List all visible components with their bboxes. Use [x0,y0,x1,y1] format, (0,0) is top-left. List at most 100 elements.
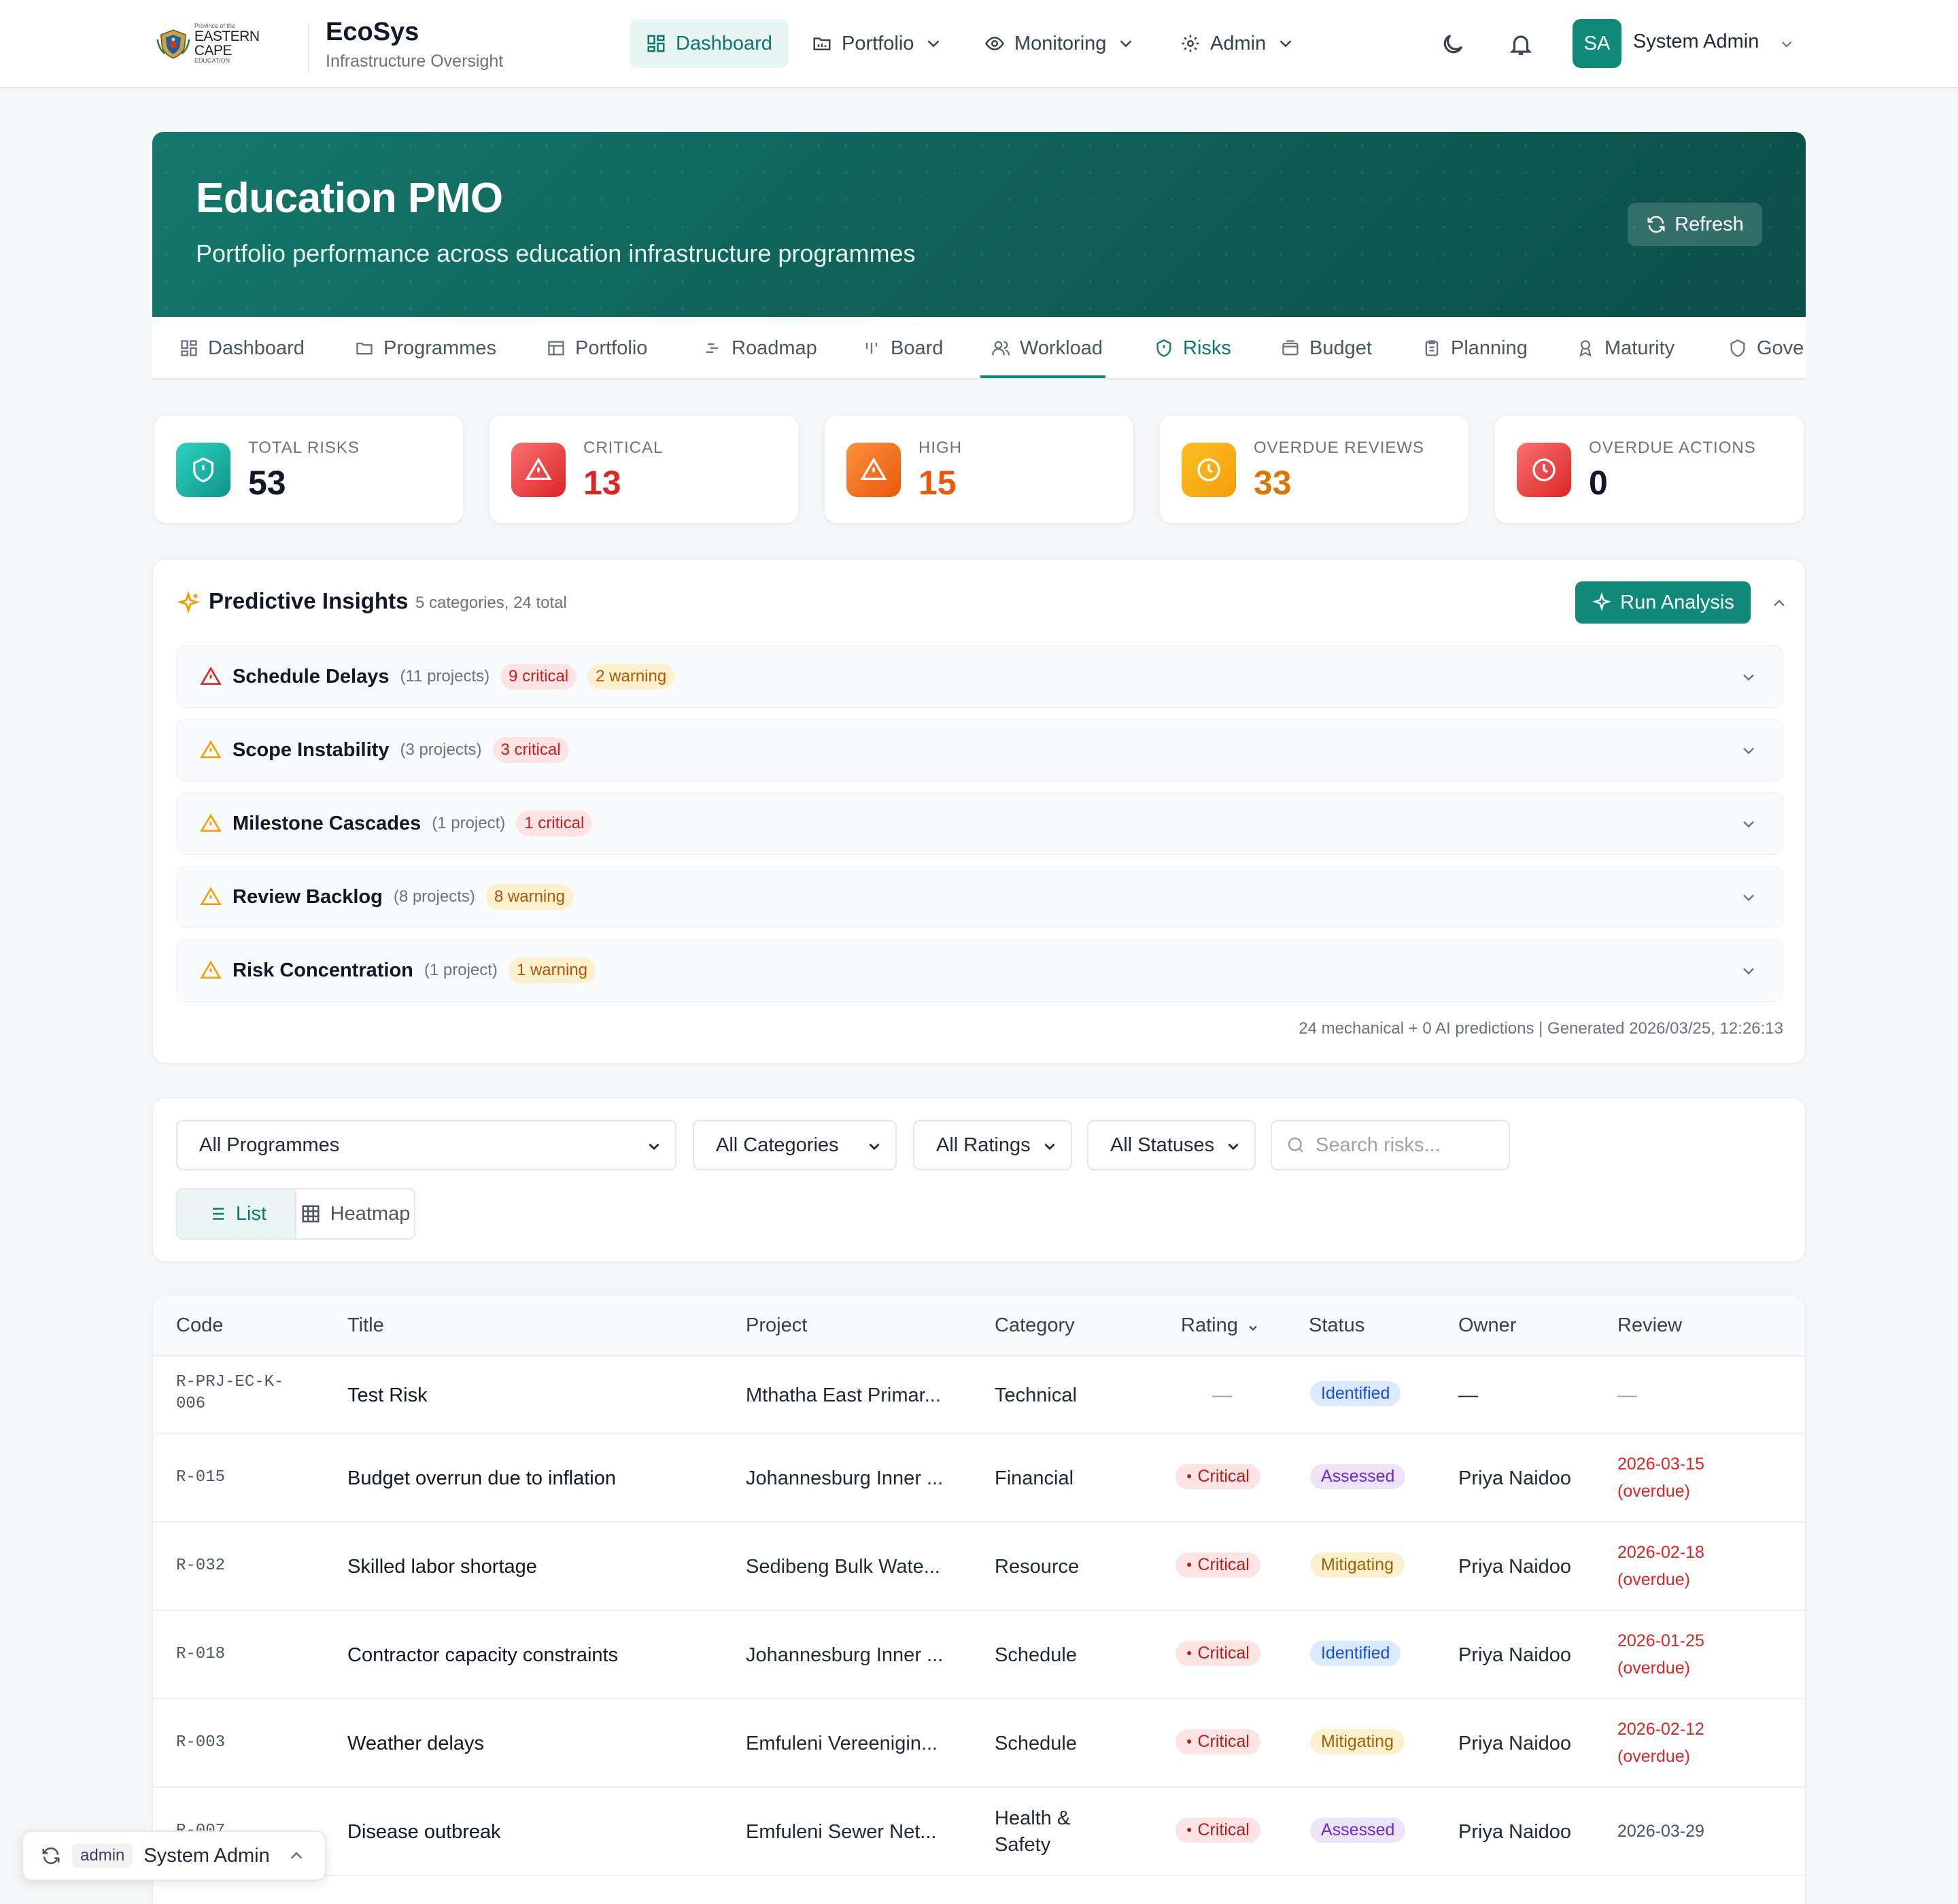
session-user-chip[interactable]: admin System Admin [22,1831,326,1881]
table-row[interactable]: R-007 Disease outbreak Emfuleni Sewer Ne… [153,1788,1805,1876]
theme-toggle-button[interactable] [1436,27,1470,61]
clipboard-icon [1425,340,1439,356]
nav-dashboard[interactable]: Dashboard [630,19,789,68]
tab-label: Board [891,337,944,359]
list-view-button[interactable]: List [177,1189,296,1238]
search-input[interactable] [1316,1134,1506,1157]
insight-row-scope-instability[interactable]: Scope Instability (3 projects) 3 critica… [176,719,1783,781]
chip-user-name: System Admin [143,1844,270,1867]
risk-title[interactable]: Skilled labor shortage [347,1554,537,1580]
nav-label: Monitoring [1014,32,1107,54]
stat-label: OVERDUE ACTIONS [1589,439,1756,457]
refresh-icon[interactable] [41,1846,61,1866]
brand-name[interactable]: EcoSys [326,18,419,47]
column-header[interactable]: Title [347,1314,384,1337]
tab-portfolio[interactable]: Portfolio [547,317,648,378]
table-row[interactable]: R-PRJ-EC-K-006 Test Risk Mthatha East Pr… [153,1357,1805,1434]
hero-pattern [152,132,1806,317]
insight-row-risk-concentration[interactable]: Risk Concentration (1 project) 1 warning [176,939,1783,1002]
risk-search[interactable] [1271,1120,1510,1170]
tab-roadmap[interactable]: Roadmap [703,317,817,378]
review-date: 2026-01-25 [1617,1631,1704,1650]
tab-board[interactable]: Board [862,317,944,378]
column-header[interactable]: Rating [1181,1314,1238,1337]
tab-governance[interactable]: Gove [1728,317,1804,378]
status-badge: Mitigating [1310,1729,1405,1754]
risk-title[interactable]: Contractor capacity constraints [347,1642,618,1669]
tab-workload[interactable]: Workload [991,317,1103,378]
run-analysis-button[interactable]: Run Analysis [1575,581,1751,624]
sort-chevron-icon[interactable] [1246,1321,1260,1335]
category-select[interactable]: All Categories [693,1120,897,1170]
avatar[interactable]: SA [1573,19,1621,68]
tab-label: Planning [1451,337,1528,359]
rating-badge: Critical [1175,1729,1260,1754]
chevron-up-icon [290,1852,303,1859]
tab-label: Gove [1757,337,1804,359]
column-header[interactable]: Project [746,1314,807,1337]
risk-title[interactable]: Test Risk [347,1382,428,1409]
chevron-down-icon[interactable] [1778,35,1796,53]
insight-count: (1 project) [424,961,498,979]
user-name[interactable]: System Admin [1633,31,1759,53]
heatmap-view-button[interactable]: Heatmap [296,1189,414,1238]
predictive-insights-panel: Predictive Insights 5 categories, 24 tot… [152,559,1806,1064]
stat-icon-bg [1517,443,1571,497]
chevron-down-icon [1743,674,1754,681]
insight-row-milestone-cascades[interactable]: Milestone Cascades (1 project) 1 critica… [176,792,1783,855]
chevron-up-icon[interactable] [1770,594,1789,613]
rating-select[interactable]: All Ratings [913,1120,1072,1170]
insight-row-review-backlog[interactable]: Review Backlog (8 projects) 8 warning [176,866,1783,928]
tab-planning[interactable]: Planning [1422,317,1528,378]
risk-project: Emfuleni Vereenigin... [746,1733,938,1754]
tab-dashboard[interactable]: Dashboard [179,317,305,378]
coat-of-arms-icon [156,29,190,59]
column-header[interactable]: Owner [1458,1314,1516,1337]
risk-title[interactable]: Budget overrun due to inflation [347,1465,616,1492]
insight-title: Schedule Delays [233,665,390,687]
table-row[interactable]: R-032 Skilled labor shortage Sedibeng Bu… [153,1523,1805,1611]
risk-owner: Priya Naidoo [1458,1821,1572,1843]
view-label: List [235,1202,267,1225]
insight-row-schedule-delays[interactable]: Schedule Delays (11 projects) 9 critical… [176,645,1783,708]
stat-card-total-risks: TOTAL RISKS 53 [154,415,464,524]
nav-label: Portfolio [842,32,914,54]
risk-category: Schedule [995,1644,1077,1666]
overdue-label: (overdue) [1617,1659,1690,1678]
insight-title: Review Backlog [233,885,383,908]
column-header[interactable]: Category [995,1314,1075,1337]
notifications-button[interactable] [1504,27,1538,61]
award-icon [1579,340,1592,357]
table-header: Code Title Project Category Rating Statu… [153,1295,1805,1357]
table-row[interactable]: R-015 Budget overrun due to inflation Jo… [153,1434,1805,1523]
risk-project: Johannesburg Inner ... [746,1644,944,1666]
eastern-cape-education-logo[interactable]: Province of the EASTERN CAPE EDUCATION [156,23,286,64]
tab-budget[interactable]: Budget [1281,317,1372,378]
risk-title[interactable]: Disease outbreak [347,1819,501,1846]
tab-programmes[interactable]: Programmes [355,317,496,378]
alert-triangle-icon [200,960,222,979]
tab-risks[interactable]: Risks [1154,317,1231,378]
tab-maturity[interactable]: Maturity [1576,317,1675,378]
refresh-button[interactable]: Refresh [1628,203,1762,246]
tab-label: Maturity [1604,337,1675,359]
tab-label: Portfolio [575,337,648,359]
column-header[interactable]: Status [1309,1314,1364,1337]
critical-badge: 3 critical [492,737,569,763]
chevron-down-icon [1120,40,1132,48]
programme-select[interactable]: All Programmes [176,1120,676,1170]
risk-code: R-032 [176,1557,226,1575]
nav-portfolio[interactable]: Portfolio [795,19,960,68]
table-row[interactable]: R-003 Weather delays Emfuleni Vereenigin… [153,1699,1805,1788]
risk-project: Johannesburg Inner ... [746,1467,944,1489]
alert-triangle-icon [860,457,887,480]
column-header[interactable]: Code [176,1314,223,1337]
insight-count: (8 projects) [393,887,475,906]
status-select[interactable]: All Statuses [1087,1120,1256,1170]
nav-admin[interactable]: Admin [1164,19,1312,68]
table-row[interactable]: R-018 Contractor capacity constraints Jo… [153,1611,1805,1699]
column-header[interactable]: Review [1617,1314,1682,1337]
clock-icon [1532,458,1556,481]
nav-monitoring[interactable]: Monitoring [968,19,1152,68]
risk-title[interactable]: Weather delays [347,1731,484,1757]
